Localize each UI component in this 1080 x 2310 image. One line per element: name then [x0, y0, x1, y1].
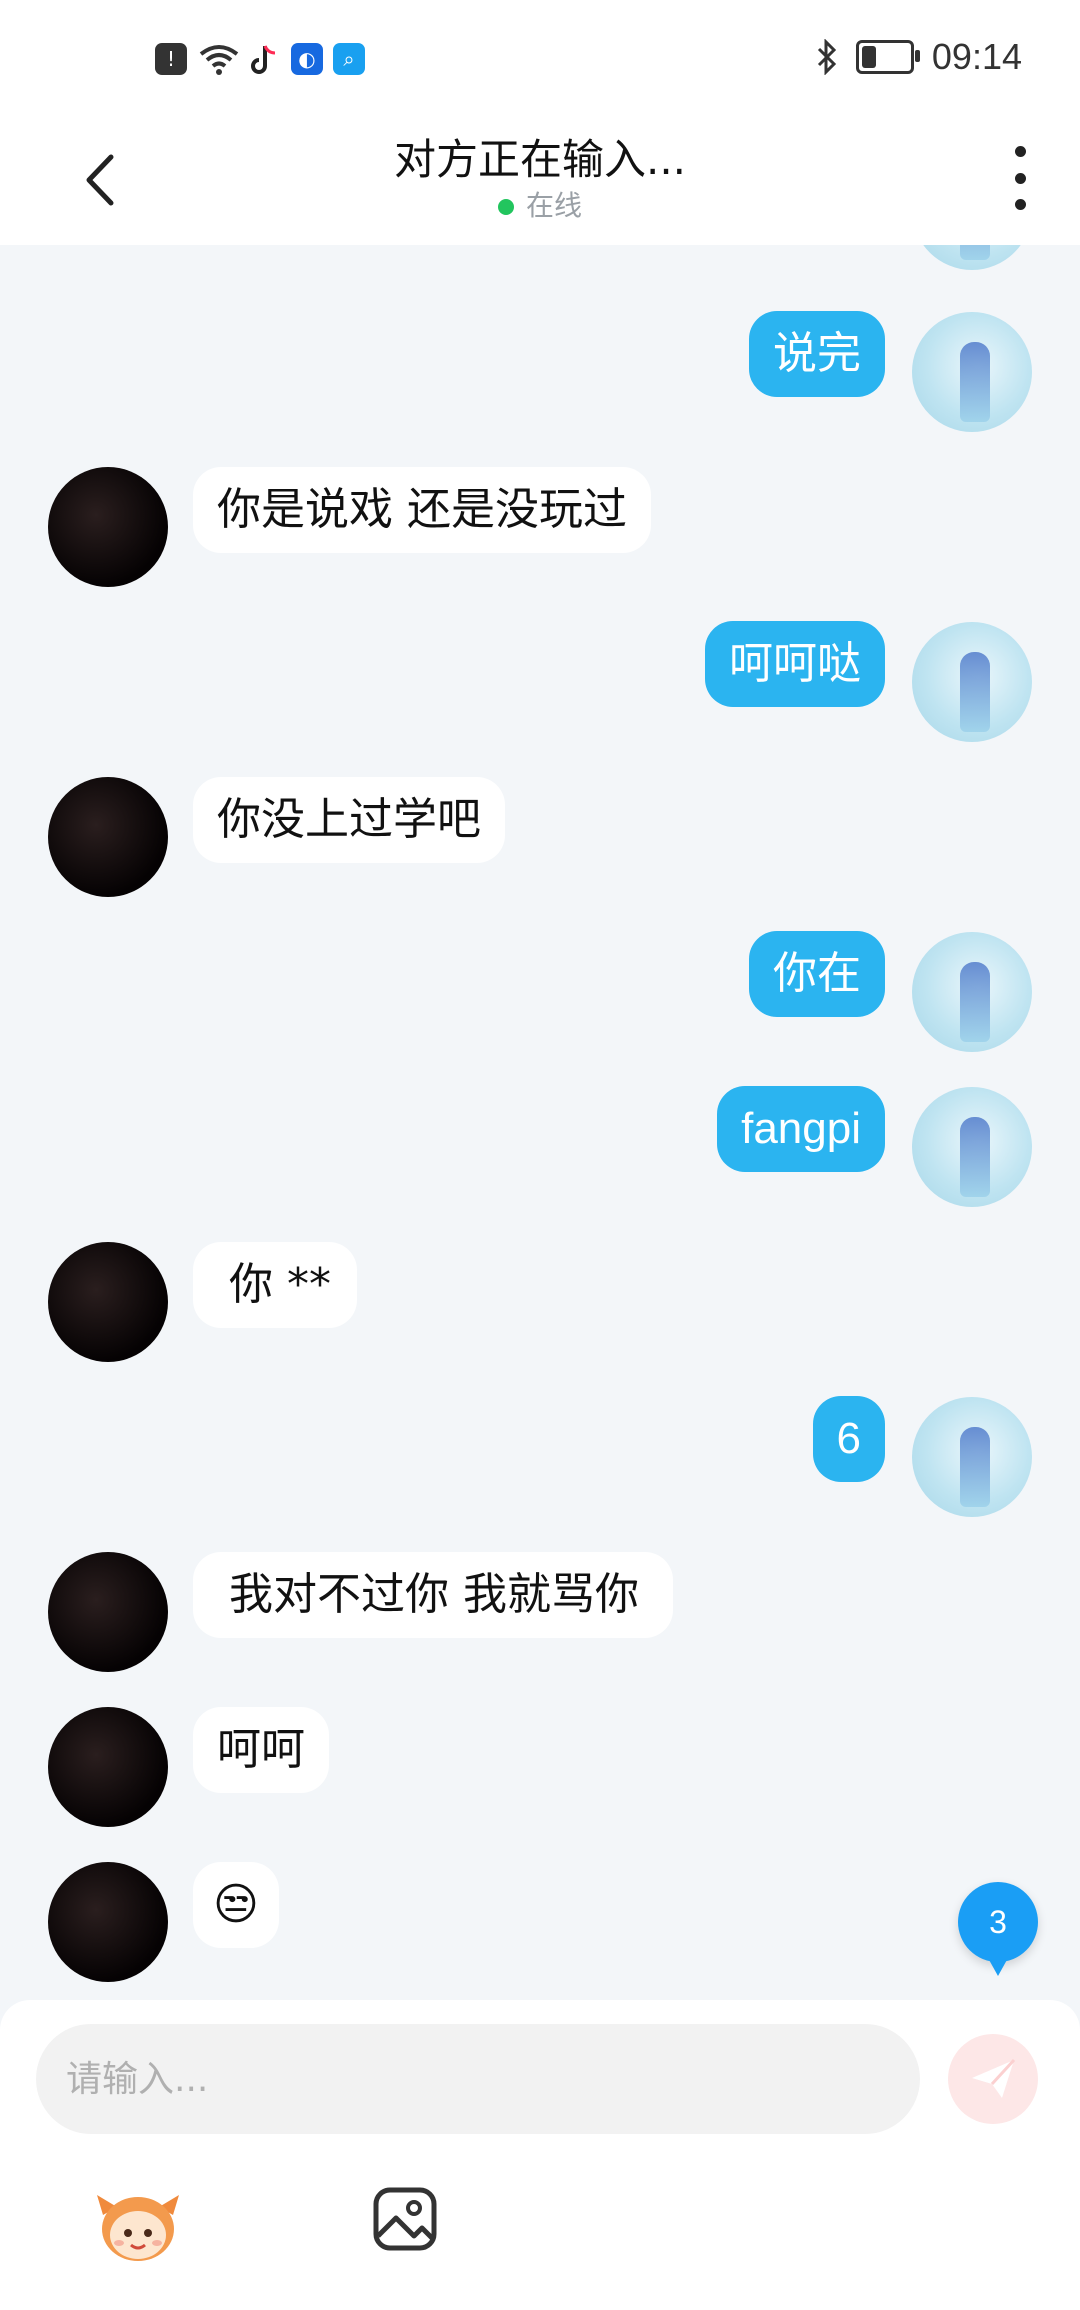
tiktok-icon: [251, 45, 276, 74]
unread-count-badge[interactable]: 3: [958, 1882, 1038, 1976]
contact-avatar[interactable]: [48, 467, 168, 587]
message-bubble-sent[interactable]: fangpi: [717, 1086, 885, 1172]
message-bubble-sent[interactable]: 6: [812, 1396, 885, 1482]
contact-avatar[interactable]: [48, 1707, 168, 1827]
contact-avatar[interactable]: [48, 777, 168, 897]
bluetooth-icon: [817, 39, 837, 75]
message-bubble-sent[interactable]: 你在: [749, 931, 885, 1017]
send-icon: [972, 2058, 1016, 2098]
chat-title: 对方正在输入...: [393, 135, 687, 184]
bulb-app-icon: ◐: [291, 43, 323, 75]
message-input[interactable]: [36, 2024, 920, 2134]
composer: [0, 2000, 1080, 2310]
send-button[interactable]: [948, 2034, 1038, 2124]
dot-icon: [1014, 146, 1026, 157]
battery-icon: [855, 40, 920, 74]
message-list[interactable]: 说完 你是说戏 还是没玩过 呵呵哒 你没上过学吧 你在 fangpi 你 ** …: [0, 245, 1080, 2000]
my-avatar[interactable]: [912, 312, 1032, 432]
contact-avatar[interactable]: [48, 1552, 168, 1672]
more-options-button[interactable]: [1000, 146, 1040, 210]
dot-icon: [1014, 199, 1026, 210]
sticker-button[interactable]: [95, 2185, 181, 2265]
my-avatar[interactable]: [912, 932, 1032, 1052]
message-bubble-received[interactable]: 我对不过你 我就骂你: [193, 1552, 673, 1638]
wifi-icon: [199, 45, 239, 75]
chat-header: 对方正在输入... 在线: [0, 120, 1080, 245]
my-avatar[interactable]: [912, 1087, 1032, 1207]
my-avatar[interactable]: [912, 622, 1032, 742]
status-bar: ! ◐ ⌕ 09:14: [0, 0, 1080, 120]
my-avatar[interactable]: [912, 1397, 1032, 1517]
image-picker-button[interactable]: [370, 2184, 440, 2254]
clock: 09:14: [931, 36, 1022, 77]
alert-icon: !: [155, 43, 187, 75]
message-bubble-received[interactable]: 你 **: [193, 1242, 357, 1328]
contact-avatar[interactable]: [48, 1242, 168, 1362]
message-bubble-received[interactable]: 😒: [193, 1862, 279, 1948]
online-dot-icon: [497, 199, 514, 215]
message-bubble-sent[interactable]: 说完: [749, 311, 885, 397]
message-bubble-received[interactable]: 呵呵: [193, 1707, 329, 1793]
status-right: 09:14: [816, 36, 1022, 78]
notification-icons: ! ◐ ⌕: [155, 42, 365, 76]
online-status: 在线: [0, 184, 1080, 224]
dot-icon: [1014, 172, 1026, 184]
message-bubble-received[interactable]: 你是说戏 还是没玩过: [193, 467, 651, 553]
message-bubble-received[interactable]: 你没上过学吧: [193, 777, 505, 863]
search-app-icon: ⌕: [333, 43, 365, 75]
message-bubble-sent[interactable]: 呵呵哒: [705, 621, 885, 707]
my-avatar[interactable]: [912, 245, 1032, 270]
online-status-label: 在线: [525, 189, 582, 222]
contact-avatar[interactable]: [48, 1862, 168, 1982]
